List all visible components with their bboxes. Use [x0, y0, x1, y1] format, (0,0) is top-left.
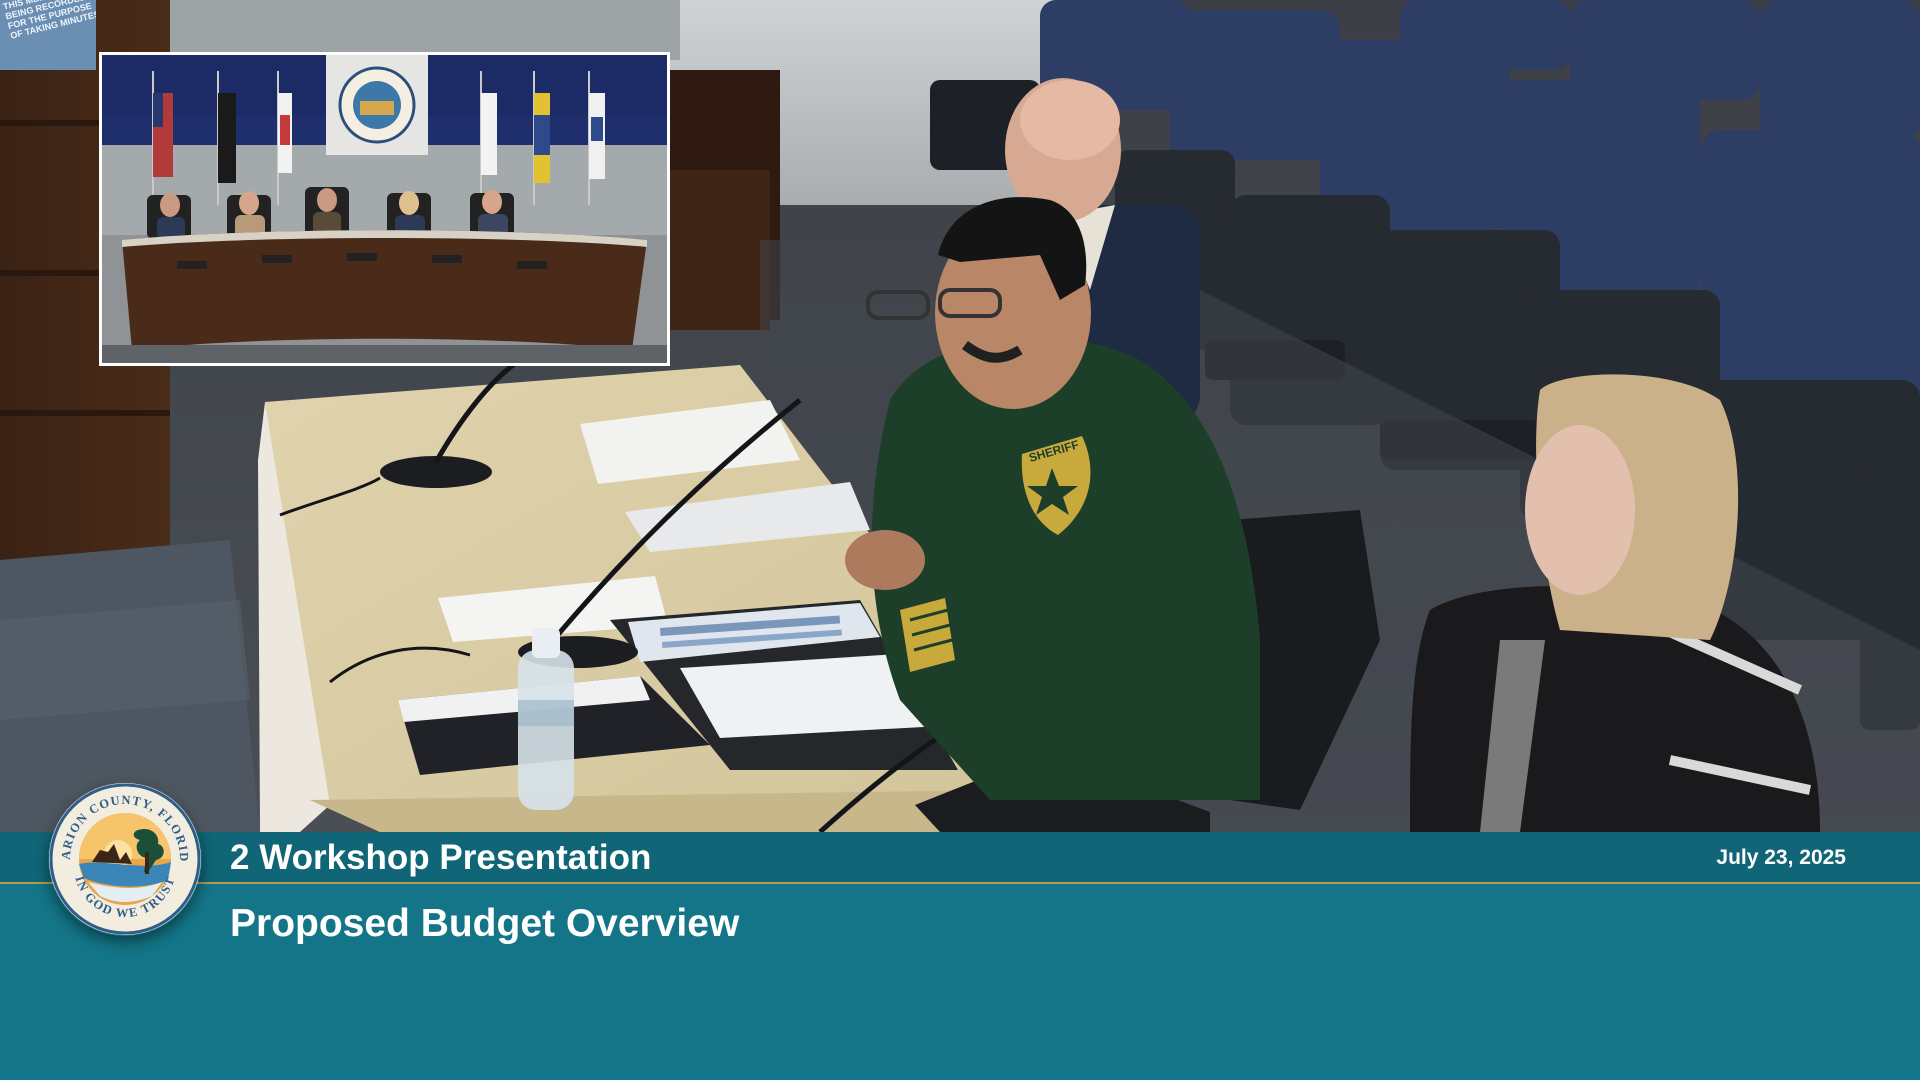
- gold-divider: [0, 882, 1920, 884]
- commission-dais-camera-icon: [102, 55, 667, 363]
- main-camera-view: SHERIFF THIS MEETING IS BEING RECORDED F…: [0, 0, 1920, 832]
- marion-county-seal-icon: MARION COUNTY, FLORIDA IN GOD WE TRUST: [48, 782, 202, 936]
- recording-notice-sign: THIS MEETING IS BEING RECORDED FOR THE P…: [0, 0, 96, 70]
- picture-in-picture-view: [99, 52, 670, 366]
- segment-title: 2 Workshop Presentation: [230, 838, 652, 877]
- lower-third-top-band: 2 Workshop Presentation July 23, 2025: [0, 832, 1920, 882]
- lower-third-banner: 2 Workshop Presentation July 23, 2025 Pr…: [0, 832, 1920, 1080]
- meeting-date: July 23, 2025: [1716, 846, 1846, 869]
- recording-notice-text: THIS MEETING IS BEING RECORDED FOR THE P…: [2, 0, 96, 41]
- segment-subtitle: Proposed Budget Overview: [230, 902, 740, 945]
